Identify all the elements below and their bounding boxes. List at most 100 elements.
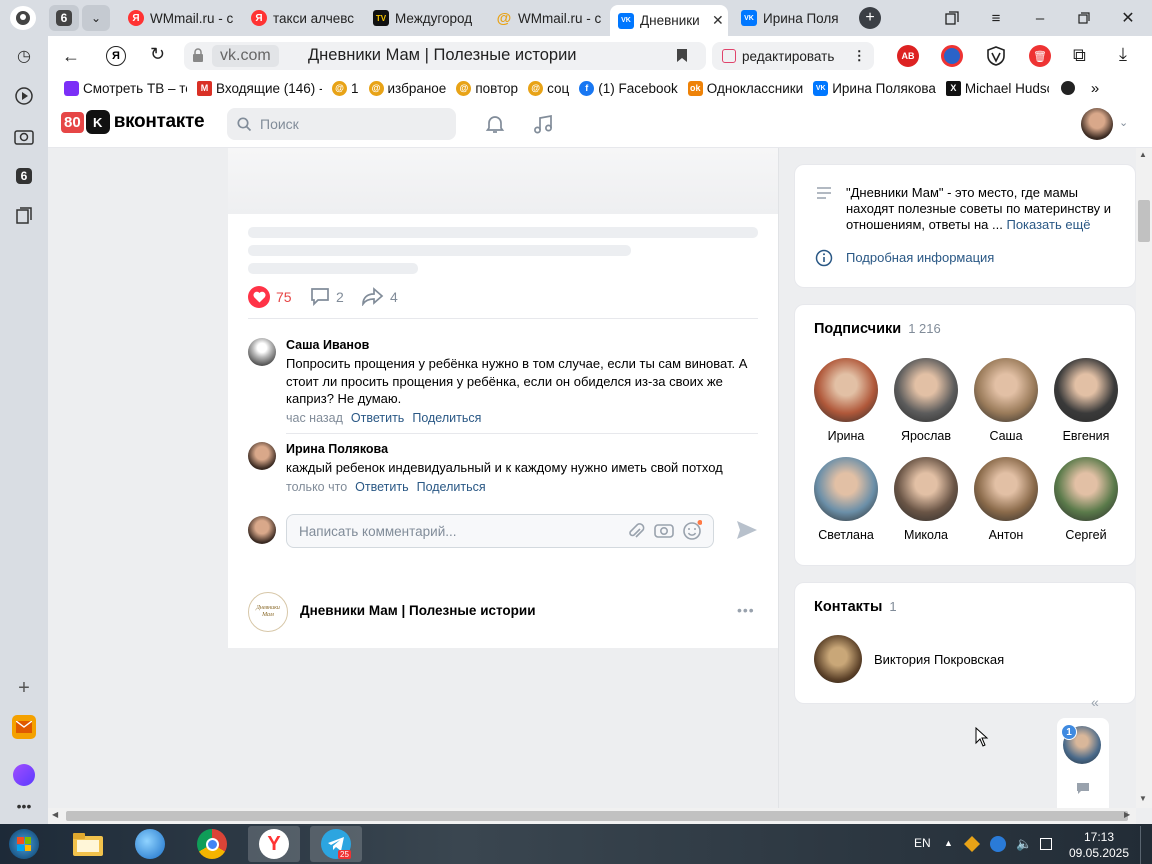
- download-icon[interactable]: ⤓: [1119, 44, 1127, 65]
- music-note-icon[interactable]: [532, 113, 554, 138]
- minimize-icon[interactable]: –: [1028, 6, 1052, 30]
- history-icon[interactable]: ◷: [12, 44, 36, 68]
- subscriber-item[interactable]: Ярослав: [886, 358, 966, 443]
- browser-tab-active[interactable]: VK Дневники ✕: [610, 5, 728, 36]
- subscriber-avatar[interactable]: [894, 457, 958, 521]
- comment-time[interactable]: час назад: [286, 411, 343, 425]
- bookmark-item[interactable]: @1: [332, 80, 359, 96]
- subscriber-name[interactable]: Евгения: [1046, 429, 1126, 443]
- more-dots-icon[interactable]: •••: [12, 794, 36, 818]
- globe-extension-icon[interactable]: [941, 45, 963, 67]
- comment-button[interactable]: 2: [310, 287, 344, 306]
- subscriber-name[interactable]: Антон: [966, 528, 1046, 542]
- browser-tab[interactable]: Я WMmail.ru - с: [120, 5, 242, 31]
- contact-avatar[interactable]: [814, 635, 862, 683]
- yandex-browser-icon[interactable]: Y: [248, 826, 300, 862]
- bookmark-item[interactable]: VK Ирина Полякова: [813, 80, 936, 96]
- profile-avatar[interactable]: [1081, 108, 1113, 140]
- bookmark-item[interactable]: Смотреть ТВ – те: [64, 80, 187, 96]
- bookmark-item[interactable]: X Michael Hudso: [945, 80, 1049, 96]
- menu-icon[interactable]: ≡: [984, 6, 1008, 30]
- horizontal-scrollbar-thumb[interactable]: [66, 811, 1128, 821]
- reload-icon[interactable]: ↻: [150, 44, 165, 65]
- reply-link[interactable]: Ответить: [355, 480, 408, 494]
- subscriber-name[interactable]: Микола: [886, 528, 966, 542]
- group-name[interactable]: Дневники Мам | Полезные истории: [300, 603, 536, 618]
- volume-icon[interactable]: 🔈: [1016, 836, 1032, 852]
- subscriber-item[interactable]: Светлана: [806, 457, 886, 542]
- lock-icon[interactable]: [192, 48, 204, 62]
- telegram-icon[interactable]: 25: [310, 826, 362, 862]
- comment-author-avatar[interactable]: [248, 338, 276, 366]
- show-more-link[interactable]: Показать ещё: [1006, 217, 1090, 232]
- comment-time[interactable]: только что: [286, 480, 347, 494]
- subscriber-item[interactable]: Микола: [886, 457, 966, 542]
- subscriber-avatar[interactable]: [894, 358, 958, 422]
- contact-name[interactable]: Виктория Покровская: [874, 652, 1004, 667]
- more-bookmarks-icon[interactable]: »: [1091, 80, 1099, 97]
- scroll-left-arrow-icon[interactable]: ◀: [52, 810, 58, 819]
- subscriber-avatar[interactable]: [974, 457, 1038, 521]
- subscriber-item[interactable]: Саша: [966, 358, 1046, 443]
- internet-explorer-icon[interactable]: [124, 826, 176, 862]
- bookmark-item[interactable]: ok Одноклассники: [687, 80, 803, 96]
- notes-icon[interactable]: [12, 204, 36, 228]
- subscriber-name[interactable]: Светлана: [806, 528, 886, 542]
- subscriber-name[interactable]: Сергей: [1046, 528, 1126, 542]
- url-domain[interactable]: vk.com: [212, 45, 279, 67]
- bookmark-item[interactable]: @ повтор: [456, 80, 518, 96]
- share-link[interactable]: Поделиться: [412, 411, 481, 425]
- back-arrow-icon[interactable]: ←: [62, 46, 80, 67]
- file-explorer-icon[interactable]: [62, 826, 114, 862]
- comment-author[interactable]: Ирина Полякова: [286, 442, 388, 456]
- browser-tab[interactable]: @ WMmail.ru - с: [488, 5, 610, 31]
- network-icon[interactable]: [1040, 838, 1052, 850]
- browser-logo-icon[interactable]: [10, 6, 36, 30]
- attach-icon[interactable]: [627, 521, 645, 544]
- chat-bubble-icon[interactable]: [1076, 782, 1090, 798]
- subscriber-name[interactable]: Ирина: [806, 429, 886, 443]
- subscriber-avatar[interactable]: [814, 457, 878, 521]
- alice-assistant-icon[interactable]: [13, 764, 35, 786]
- post-options-icon[interactable]: •••: [737, 602, 755, 618]
- bookmark-item[interactable]: @ избраное: [368, 80, 446, 96]
- shield-extension-icon[interactable]: [985, 45, 1007, 70]
- browser-tab[interactable]: VK Ирина Поля: [733, 5, 851, 31]
- subscriber-name[interactable]: Саша: [966, 429, 1046, 443]
- vk-logo[interactable]: 80 K вконтакте: [61, 110, 205, 134]
- subscriber-avatar[interactable]: [1054, 358, 1118, 422]
- tray-yandex-icon[interactable]: [990, 836, 1006, 852]
- subscriber-item[interactable]: Антон: [966, 457, 1046, 542]
- adblock-extension-icon[interactable]: AB: [897, 45, 919, 67]
- emoji-icon[interactable]: [682, 520, 703, 543]
- clock[interactable]: 17:13 09.05.2025: [1066, 829, 1132, 861]
- browser-tab[interactable]: Я такси алчевс: [243, 5, 365, 31]
- tab-counter-button[interactable]: 6: [49, 5, 79, 31]
- browser-tab[interactable]: TV Междугород: [365, 5, 487, 31]
- comment-author[interactable]: Саша Иванов: [286, 338, 369, 352]
- more-vertical-icon[interactable]: ⋮: [853, 48, 867, 64]
- vertical-scrollbar[interactable]: [1136, 148, 1152, 808]
- comment-input[interactable]: Написать комментарий...: [286, 514, 714, 548]
- bookmark-item[interactable]: f (1) Facebook: [579, 80, 678, 96]
- puzzle-extension-icon[interactable]: ⧉: [1073, 45, 1086, 66]
- restore-icon[interactable]: [1072, 6, 1096, 30]
- camera-icon[interactable]: [12, 124, 36, 148]
- subscriber-item[interactable]: Сергей: [1046, 457, 1126, 542]
- collections-icon[interactable]: [940, 6, 964, 30]
- add-panel-plus-icon[interactable]: +: [12, 676, 36, 700]
- play-icon[interactable]: [12, 84, 36, 108]
- contacts-title[interactable]: Контакты 1: [814, 599, 897, 615]
- send-icon[interactable]: [736, 520, 758, 543]
- show-hidden-icons-icon[interactable]: ▲: [944, 838, 953, 848]
- scroll-right-arrow-icon[interactable]: ▶: [1124, 810, 1130, 819]
- bookmark-item[interactable]: @ соц: [528, 80, 569, 96]
- edit-button[interactable]: редактировать ⋮: [712, 42, 874, 70]
- language-indicator[interactable]: EN: [914, 836, 931, 850]
- yandex-home-icon[interactable]: Я: [106, 46, 126, 66]
- close-window-icon[interactable]: ✕: [1116, 6, 1140, 30]
- like-button[interactable]: 75: [248, 286, 292, 308]
- new-tab-plus-icon[interactable]: +: [859, 7, 881, 29]
- show-desktop-button[interactable]: [1140, 826, 1152, 864]
- group-avatar[interactable]: Дневники Мам: [248, 592, 288, 632]
